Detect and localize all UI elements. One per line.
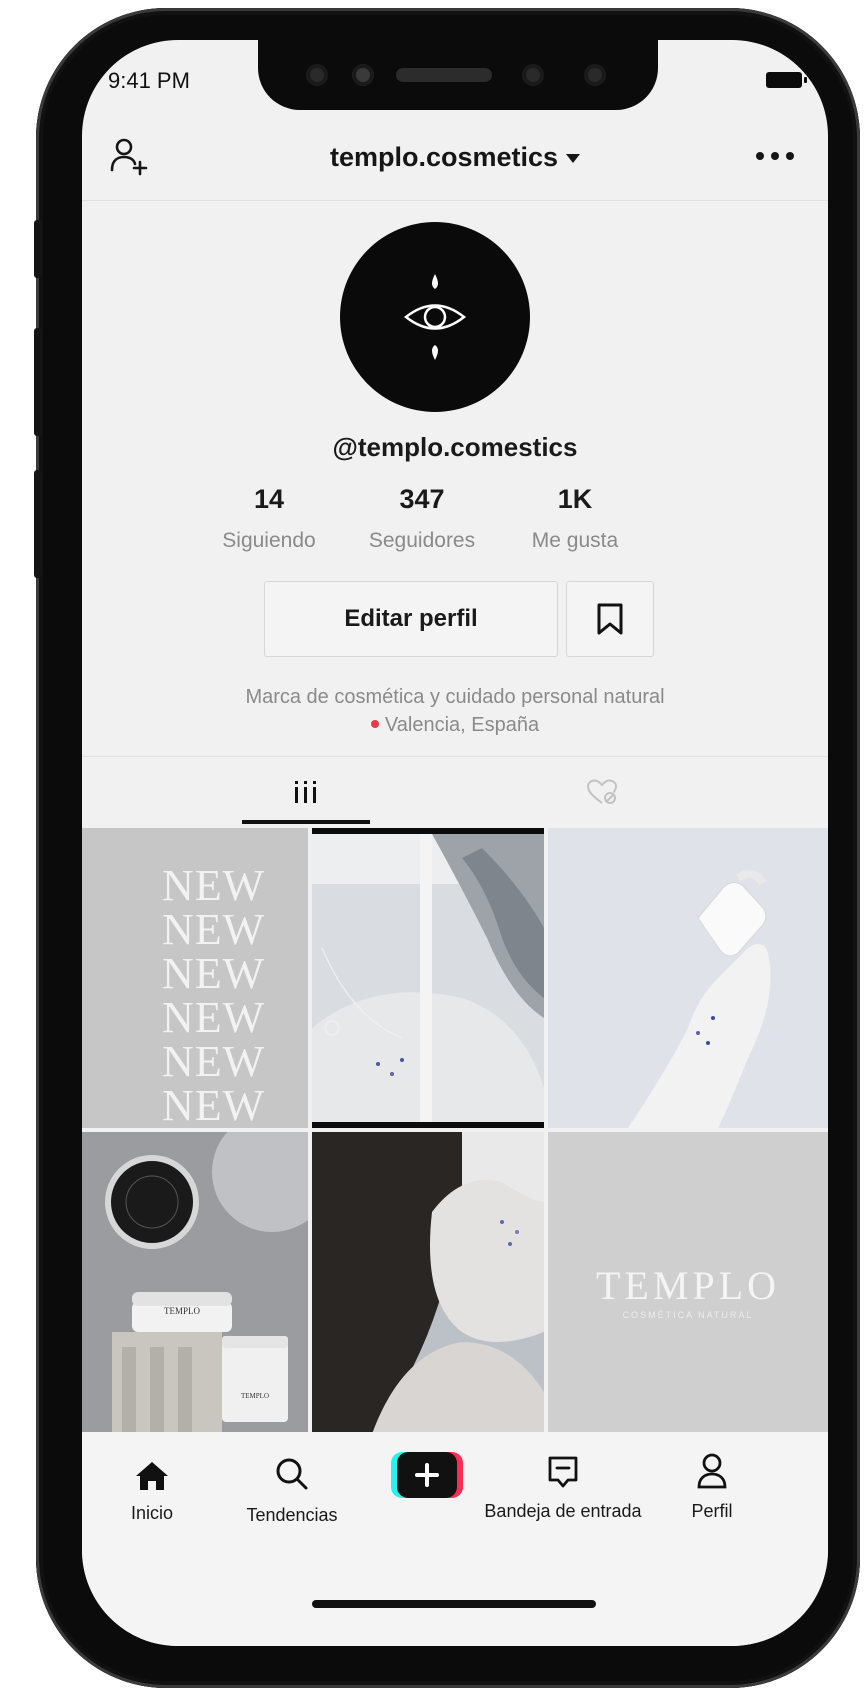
home-icon: [136, 1462, 168, 1490]
status-time: 9:41 PM: [108, 68, 190, 93]
nav-label: Perfil: [691, 1501, 733, 1521]
location-text: Valencia, España: [384, 714, 540, 736]
nav-profile[interactable]: Perfil: [662, 1452, 762, 1522]
phone-mute-switch: [34, 220, 42, 278]
more-options-icon[interactable]: [756, 152, 796, 162]
video-thumbnail[interactable]: [548, 828, 828, 1128]
bottom-navigation: Inicio Tendencias Bandeja de entrada Per…: [82, 1432, 828, 1646]
content-tabs: [82, 760, 828, 824]
tabs-divider: [82, 756, 828, 757]
nav-home[interactable]: Inicio: [102, 1460, 202, 1524]
stat-label: Me gusta: [531, 529, 619, 552]
video-thumbnail[interactable]: TEMPLO TEMPLO: [82, 1132, 308, 1434]
nav-label: Tendencias: [246, 1505, 338, 1525]
video-thumbnail[interactable]: NEW NEW NEW NEW NEW NEW: [82, 828, 308, 1128]
account-switcher[interactable]: templo.cosmetics: [82, 142, 828, 173]
phone-volume-up: [34, 328, 42, 436]
thumbnail-text: NEW NEW NEW NEW NEW NEW: [162, 861, 266, 1128]
plus-icon: [415, 1463, 439, 1487]
grid-icon: [295, 781, 316, 803]
chevron-down-icon: [566, 154, 581, 164]
video-thumbnail[interactable]: [312, 828, 544, 1128]
account-name: templo.cosmetics: [329, 142, 559, 172]
sensor-dot: [306, 64, 328, 86]
video-thumbnail[interactable]: TEMPLO COSMÉTICA NATURAL: [548, 1132, 828, 1434]
screen: 9:41 PM templo.cosmetics @templo.comesti…: [82, 40, 828, 1646]
location-pin-icon: [370, 719, 379, 728]
thumbnail-image: [82, 1132, 308, 1434]
profile-header: templo.cosmetics: [82, 130, 828, 200]
stat-value: 1K: [557, 484, 593, 514]
thumbnail-image: [628, 870, 771, 1128]
selected-tab-indicator: [242, 820, 370, 824]
header-divider: [82, 200, 828, 201]
battery-icon: [766, 72, 807, 88]
sensor-dot: [352, 64, 374, 86]
front-camera: [522, 64, 544, 86]
thumbnail-subtitle: COSMÉTICA NATURAL: [622, 1310, 754, 1320]
edit-profile-button[interactable]: Editar perfil: [264, 581, 558, 657]
tab-videos[interactable]: [242, 760, 370, 824]
search-icon: [276, 1458, 308, 1490]
inbox-icon: [548, 1456, 578, 1488]
profile-icon: [697, 1453, 727, 1489]
thumbnail-image: [312, 834, 544, 1122]
create-button[interactable]: [391, 1452, 463, 1498]
avatar[interactable]: [340, 222, 530, 412]
profile-username: @templo.comestics: [332, 432, 578, 462]
stat-likes[interactable]: 1K Me gusta: [475, 484, 675, 553]
video-thumbnail[interactable]: [312, 1132, 544, 1434]
nav-label: Bandeja de entrada: [484, 1501, 642, 1521]
favorites-button[interactable]: [566, 581, 654, 657]
nav-inbox[interactable]: Bandeja de entrada: [482, 1454, 644, 1522]
jar-label: TEMPLO: [164, 1306, 200, 1316]
nav-label: Inicio: [130, 1503, 174, 1523]
liked-hidden-icon: [586, 779, 618, 804]
bookmark-icon: [597, 603, 623, 635]
thumbnail-title: TEMPLO: [596, 1263, 780, 1308]
tab-liked[interactable]: [562, 760, 642, 824]
phone-volume-down: [34, 470, 42, 578]
eye-logo-icon: [403, 274, 467, 360]
profile-location: Valencia, España: [82, 714, 828, 737]
home-indicator[interactable]: [312, 1600, 596, 1608]
notch: [258, 40, 658, 110]
jar-label: TEMPLO: [241, 1392, 269, 1400]
nav-discover[interactable]: Tendencias: [222, 1456, 362, 1526]
speaker-grille: [396, 68, 492, 82]
thumbnail-image: [312, 1132, 544, 1434]
sensor-dot: [584, 64, 606, 86]
profile-bio: Marca de cosmética y cuidado personal na…: [245, 686, 665, 708]
